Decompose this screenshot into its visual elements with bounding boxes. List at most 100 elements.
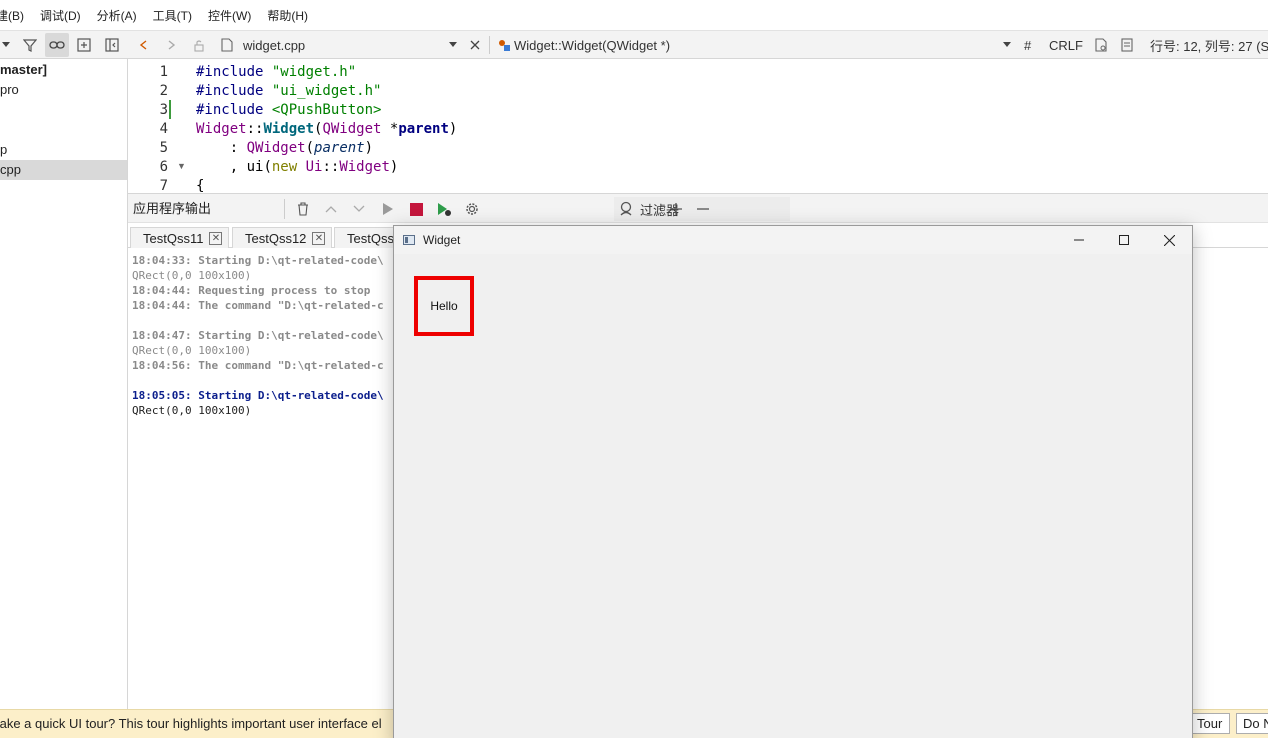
- file-dropdown-icon[interactable]: [447, 31, 459, 59]
- code-token: "widget.h": [271, 64, 357, 80]
- project-tree-item[interactable]: p: [0, 140, 127, 160]
- hello-push-button[interactable]: Hello: [414, 276, 474, 336]
- open-file-name[interactable]: widget.cpp: [243, 31, 305, 59]
- code-line[interactable]: #include <QPushButton>: [196, 101, 457, 120]
- code-token: Widget: [196, 121, 247, 137]
- line-ending[interactable]: CRLF: [1049, 31, 1083, 59]
- project-tree: master] pro p cpp: [0, 59, 128, 709]
- output-divider: [284, 199, 285, 219]
- chevron-down-icon[interactable]: [349, 199, 369, 219]
- line-number: 7: [159, 178, 168, 193]
- project-tree-item[interactable]: cpp: [0, 160, 127, 180]
- menu-item[interactable]: 分析(A): [97, 7, 137, 24]
- trash-icon[interactable]: [293, 199, 313, 219]
- code-token: parent: [314, 140, 365, 156]
- chevron-up-icon[interactable]: [321, 199, 341, 219]
- cursor-position[interactable]: 行号: 12, 列号: 27 (Se: [1150, 31, 1268, 59]
- tour-message: take a quick UI tour? This tour highligh…: [0, 716, 382, 731]
- tab-close-icon[interactable]: ✕: [312, 231, 326, 245]
- add-split-icon[interactable]: [74, 31, 94, 59]
- debug-run-icon[interactable]: [434, 199, 454, 219]
- output-line: QRect(0,0 100x100): [132, 344, 252, 357]
- minus-icon[interactable]: [693, 199, 713, 219]
- minimize-icon[interactable]: [1056, 226, 1102, 254]
- code-token: *: [381, 121, 399, 137]
- take-tour-button[interactable]: Tour: [1190, 713, 1230, 734]
- code-token: {: [196, 178, 205, 193]
- code-line[interactable]: Widget::Widget(QWidget *parent): [196, 120, 457, 139]
- line-number: 3: [159, 102, 168, 118]
- code-token: ): [389, 159, 399, 175]
- code-token: QWidget: [322, 121, 382, 137]
- output-line: 18:04:44: The command "D:\qt-related-c: [132, 299, 384, 312]
- run-icon[interactable]: [378, 199, 398, 219]
- code-line[interactable]: #include "widget.h": [196, 63, 457, 82]
- back-arrow-icon[interactable]: [135, 31, 153, 59]
- widget-titlebar[interactable]: Widget: [394, 226, 1192, 254]
- widget-window-title: Widget: [423, 233, 461, 247]
- menu-item[interactable]: 调试(D): [40, 7, 81, 24]
- code-line[interactable]: #include "ui_widget.h": [196, 82, 457, 101]
- menu-item[interactable]: 控件(W): [208, 7, 251, 24]
- output-tab[interactable]: TestQss12 ✕: [232, 227, 333, 248]
- output-line: 18:05:05: Starting D:\qt-related-code\: [132, 389, 384, 402]
- code-line[interactable]: {: [196, 177, 457, 193]
- forward-arrow-icon[interactable]: [162, 31, 180, 59]
- maximize-icon[interactable]: [1101, 226, 1147, 254]
- symbol-dropdown-icon[interactable]: [1001, 31, 1013, 59]
- line-number: 1: [159, 64, 168, 80]
- window-app-icon: [403, 235, 415, 245]
- line-number-gutter: 1 2 3 4 5 6 7: [128, 59, 188, 193]
- code-token: :: [196, 140, 247, 156]
- output-line: 18:04:44: Requesting process to stop: [132, 284, 371, 297]
- file-icon: [218, 31, 236, 59]
- encoding-icon[interactable]: [1093, 31, 1109, 59]
- code-token: ui: [246, 159, 264, 175]
- output-tab-label: TestQss11: [143, 230, 204, 246]
- code-token: ::: [322, 159, 340, 175]
- fold-arrow-icon[interactable]: ▼: [177, 161, 186, 171]
- code-token: (: [305, 140, 315, 156]
- project-tree-item[interactable]: [0, 120, 127, 140]
- code-token: #include: [196, 64, 272, 80]
- output-pane-title[interactable]: 应用程序输出: [133, 194, 211, 224]
- close-window-icon[interactable]: [1146, 226, 1192, 254]
- menu-item[interactable]: 帮助(H): [267, 7, 308, 24]
- editor-toolbar: widget.cpp Widget::Widget(QWidget *) # C…: [0, 30, 1268, 59]
- project-tree-item[interactable]: [0, 100, 127, 120]
- do-not-show-button[interactable]: Do N: [1236, 713, 1268, 734]
- stop-icon[interactable]: [406, 199, 426, 219]
- project-tree-item[interactable]: master]: [0, 60, 127, 80]
- gear-icon[interactable]: [462, 199, 482, 219]
- hash-indicator[interactable]: #: [1024, 31, 1031, 59]
- tab-close-icon[interactable]: ✕: [209, 231, 223, 245]
- menu-bar: 建(B) 调试(D) 分析(A) 工具(T) 控件(W) 帮助(H): [0, 0, 1268, 30]
- menu-item[interactable]: 工具(T): [153, 7, 192, 24]
- code-token: Widget: [339, 159, 390, 175]
- line-number: 2: [159, 83, 168, 99]
- output-pane-header: 应用程序输出 过滤器: [128, 193, 1268, 223]
- toolbar-divider: [489, 36, 490, 54]
- close-sidebar-icon[interactable]: [102, 31, 122, 59]
- code-editor[interactable]: 1234567 ▼ #include "widget.h" #include "u…: [128, 59, 1268, 193]
- document-icon[interactable]: [1119, 31, 1135, 59]
- line-number: 6: [159, 159, 168, 175]
- close-file-icon[interactable]: [466, 31, 484, 59]
- code-line[interactable]: : QWidget(parent): [196, 139, 457, 158]
- plus-icon[interactable]: [666, 199, 686, 219]
- widget-window[interactable]: Widget Hello: [393, 225, 1193, 738]
- output-line: 18:04:47: Starting D:\qt-related-code\: [132, 329, 384, 342]
- output-line: QRect(0,0 100x100): [132, 404, 252, 417]
- menu-item[interactable]: 建(B): [0, 7, 24, 24]
- filter-icon[interactable]: [20, 31, 40, 59]
- code-line[interactable]: , ui(new Ui::Widget): [196, 158, 457, 177]
- dropdown-arrow-icon[interactable]: [0, 31, 12, 59]
- current-symbol[interactable]: Widget::Widget(QWidget *): [514, 31, 670, 59]
- output-tab[interactable]: TestQss11 ✕: [130, 227, 230, 248]
- code-text[interactable]: #include "widget.h" #include "ui_widget.h…: [196, 63, 457, 193]
- link-icon[interactable]: [45, 33, 69, 57]
- code-token: <QPushButton>: [271, 102, 382, 118]
- project-tree-item[interactable]: pro: [0, 80, 127, 100]
